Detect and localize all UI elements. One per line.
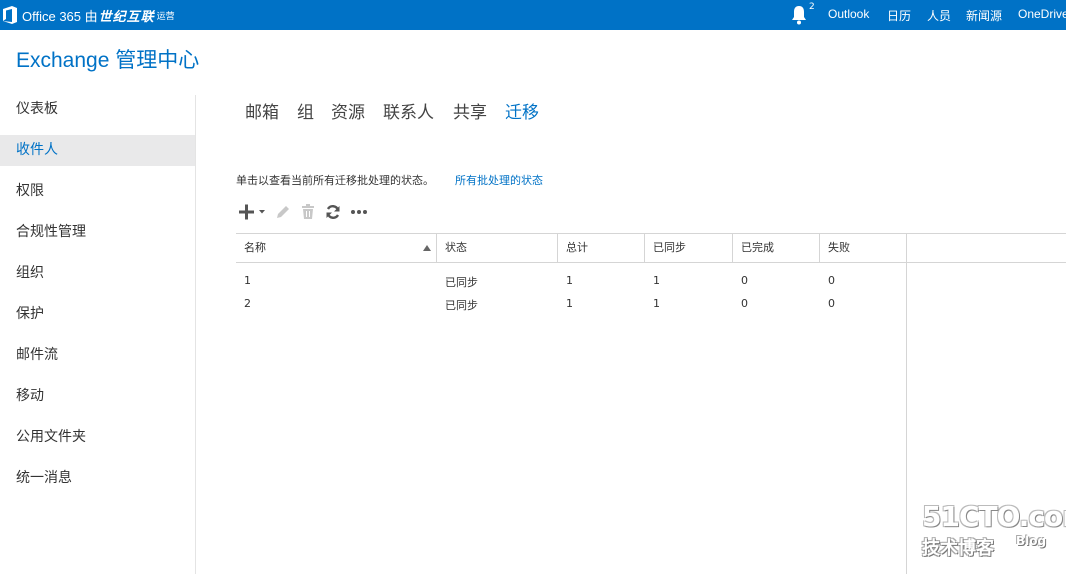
cell-finalized: 0 <box>741 274 748 287</box>
left-nav-public-folders[interactable]: 公用文件夹 <box>0 422 195 453</box>
left-nav-organization[interactable]: 组织 <box>0 258 195 289</box>
sort-ascending-icon <box>423 245 431 251</box>
left-nav-compliance[interactable]: 合规性管理 <box>0 217 195 248</box>
nav-onedrive[interactable]: OneDrive <box>1018 7 1066 21</box>
details-pane-divider <box>906 233 907 574</box>
brand-partner-text: 世纪互联 <box>98 9 155 25</box>
delete-button[interactable] <box>299 203 317 221</box>
left-nav-mail-flow[interactable]: 邮件流 <box>0 340 195 371</box>
delete-icon <box>302 204 314 219</box>
table-header: 名称 状态 总计 已同步 已完成 失败 <box>236 233 1066 263</box>
cell-total: 1 <box>566 297 573 310</box>
cell-failed: 0 <box>828 297 835 310</box>
all-batches-status-link[interactable]: 所有批处理的状态 <box>455 172 543 188</box>
nav-people[interactable]: 人员 <box>927 7 951 24</box>
notification-count: 2 <box>809 2 815 12</box>
column-header-failed[interactable]: 失败 <box>820 234 906 263</box>
tab-groups[interactable]: 组 <box>297 98 314 123</box>
cell-synced: 1 <box>653 274 660 287</box>
more-icon <box>351 210 367 214</box>
nav-outlook[interactable]: Outlook <box>828 7 869 21</box>
cell-status: 已同步 <box>445 299 478 312</box>
left-nav-protection[interactable]: 保护 <box>0 299 195 330</box>
column-header-name[interactable]: 名称 <box>236 234 436 263</box>
notification-bell-icon[interactable] <box>790 5 808 25</box>
refresh-button[interactable] <box>324 203 342 221</box>
nav-newsfeed[interactable]: 新闻源 <box>966 7 1002 24</box>
nav-calendar[interactable]: 日历 <box>887 7 911 24</box>
column-header-name-label: 名称 <box>244 241 266 254</box>
cell-total: 1 <box>566 274 573 287</box>
cell-failed: 0 <box>828 274 835 287</box>
column-header-total[interactable]: 总计 <box>558 234 644 263</box>
left-nav-permissions[interactable]: 权限 <box>0 176 195 207</box>
tab-migration[interactable]: 迁移 <box>505 98 539 123</box>
left-nav-dashboard[interactable]: 仪表板 <box>0 94 195 125</box>
tab-contacts[interactable]: 联系人 <box>383 98 434 123</box>
left-nav-recipients[interactable]: 收件人 <box>0 135 195 166</box>
more-button[interactable] <box>349 203 369 221</box>
brand-office-text: Office 365 由 <box>22 8 98 24</box>
watermark-blog-text: Blog <box>1016 534 1047 548</box>
edit-icon <box>277 206 289 218</box>
column-header-synced[interactable]: 已同步 <box>645 234 732 263</box>
brand[interactable]: Office 365 由 世纪互联 运营 <box>0 0 175 30</box>
watermark: 51CTO.com 技术博客 Blog <box>922 500 1066 559</box>
cell-name: 1 <box>244 274 251 287</box>
office-logo-icon <box>3 6 17 24</box>
cell-finalized: 0 <box>741 297 748 310</box>
cell-status: 已同步 <box>445 276 478 289</box>
brand-operate-text: 运营 <box>156 11 175 22</box>
tab-shared[interactable]: 共享 <box>453 98 487 123</box>
edit-button[interactable] <box>274 203 292 221</box>
cell-name: 2 <box>244 297 251 310</box>
column-header-status[interactable]: 状态 <box>437 234 557 263</box>
page-title: Exchange 管理中心 <box>16 49 200 72</box>
info-text: 单击以查看当前所有迁移批处理的状态。 <box>236 174 434 187</box>
watermark-sub-text: 技术博客 <box>922 538 994 559</box>
watermark-main-text: 51CTO.com <box>922 500 1066 533</box>
refresh-icon <box>326 205 340 219</box>
left-nav-unified-messaging[interactable]: 统一消息 <box>0 463 195 494</box>
add-button[interactable] <box>238 203 268 221</box>
tab-mailboxes[interactable]: 邮箱 <box>245 98 279 123</box>
left-nav-mobile[interactable]: 移动 <box>0 381 195 412</box>
top-bar: Office 365 由 世纪互联 运营 2 Outlook 日历 人员 新闻源… <box>0 0 1066 30</box>
left-nav-divider <box>195 95 196 574</box>
add-icon <box>239 204 265 220</box>
cell-synced: 1 <box>653 297 660 310</box>
column-header-finalized[interactable]: 已完成 <box>733 234 819 263</box>
tab-resources[interactable]: 资源 <box>331 98 365 123</box>
